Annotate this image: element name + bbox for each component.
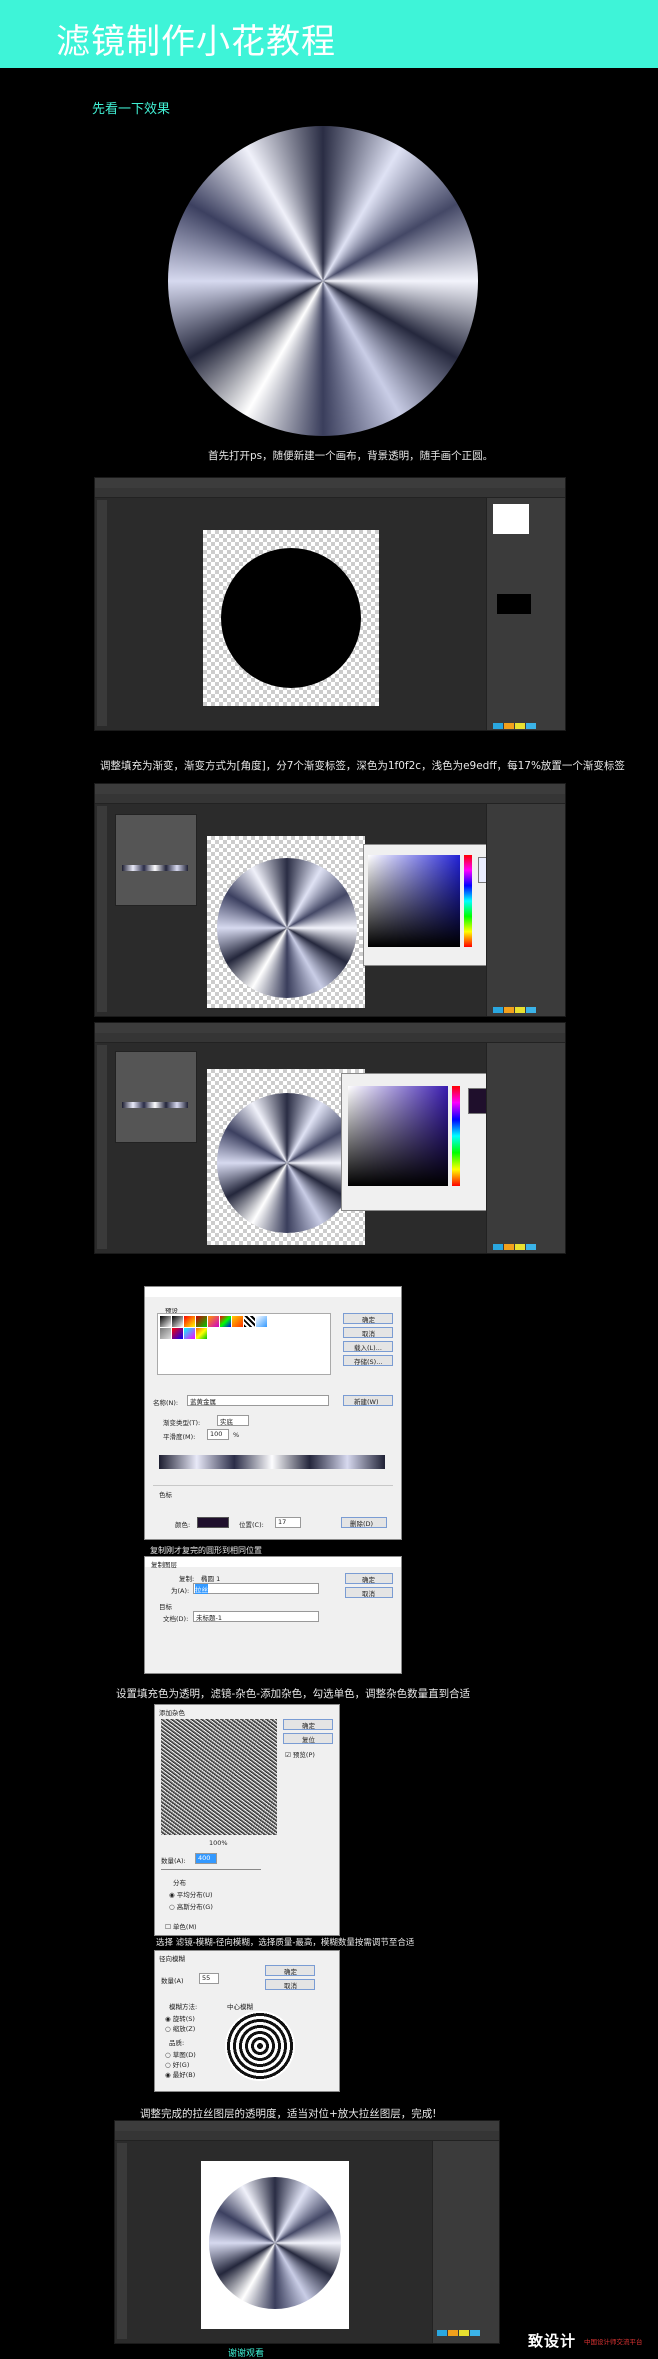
- quality-label: 品质:: [169, 2039, 185, 2047]
- black-circle: [221, 548, 361, 688]
- load-button[interactable]: 载入(L)...: [343, 1341, 393, 1352]
- ok-button[interactable]: 确定: [345, 1573, 393, 1584]
- location-field[interactable]: 17: [275, 1517, 301, 1528]
- hero-metal-disc: [168, 126, 478, 436]
- page-title: 滤镜制作小花教程: [56, 22, 336, 62]
- canvas: [207, 836, 365, 1008]
- step-5-text: 调整完成的拉丝图层的透明度，适当对位+放大拉丝图层，完成!: [140, 2108, 437, 2120]
- step-4-text: 选择 滤镜-模糊-径向模糊，选择质量-最高，模糊数量按需调节至合适: [156, 1938, 415, 1948]
- final-metal-disc: [209, 2177, 341, 2309]
- amount-field[interactable]: 400: [195, 1853, 217, 1864]
- noise-preview: [161, 1719, 277, 1835]
- smooth-unit: %: [233, 1431, 240, 1439]
- duplicate-layer-dialog: 复制图层 复制: 椭圆 1 为(A): 拉丝 确定 取消 目标 文档(D): 未…: [144, 1556, 402, 1674]
- ok-button[interactable]: 确定: [283, 1719, 333, 1730]
- preview-checkbox[interactable]: ☑ 预览(P): [285, 1749, 315, 1759]
- mono-checkbox[interactable]: ☐ 单色(M): [165, 1921, 197, 1931]
- draft-radio[interactable]: ○ 草图(D): [165, 2049, 196, 2059]
- smooth-label: 平滑度(M):: [163, 1433, 196, 1441]
- doc-label: 文档(D):: [163, 1615, 189, 1623]
- ok-button[interactable]: 确定: [265, 1965, 315, 1976]
- gradient-bar[interactable]: [159, 1455, 385, 1469]
- zoom-level: 100%: [209, 1839, 228, 1847]
- gradient-editor-mini: [115, 814, 197, 906]
- ok-button[interactable]: 确定: [343, 1313, 393, 1324]
- delete-button[interactable]: 删除(D): [341, 1517, 387, 1528]
- save-button[interactable]: 存储(S)...: [343, 1355, 393, 1366]
- smooth-field[interactable]: 100: [207, 1429, 229, 1440]
- uniform-radio[interactable]: ◉ 平均分布(U): [169, 1889, 213, 1899]
- type-select[interactable]: 实底: [217, 1415, 249, 1426]
- gaussian-radio[interactable]: ○ 高斯分布(G): [169, 1901, 213, 1911]
- ps-screenshot-final: [114, 2120, 500, 2344]
- method-label: 模糊方法:: [169, 2003, 198, 2011]
- name-field[interactable]: 蓝黄金属: [187, 1395, 329, 1406]
- toolbar: [97, 500, 107, 726]
- site-logo: 致设计: [528, 2332, 577, 2350]
- site-logo-tagline: 中国设计师交流平台: [584, 2338, 643, 2346]
- as-field[interactable]: 拉丝: [193, 1583, 319, 1594]
- dialog-title: 添加杂色: [159, 1709, 185, 1717]
- right-panel: [486, 498, 565, 730]
- copy-label: 复制:: [179, 1575, 195, 1583]
- duplicate-caption: 复制刚才复完的圆形到相同位置: [150, 1546, 262, 1555]
- type-label: 渐变类型(T):: [163, 1419, 201, 1427]
- radial-blur-dialog: 径向模糊 数量(A) 55 确定 取消 模糊方法: ◉ 旋转(S) ○ 缩放(Z…: [154, 1950, 340, 2092]
- step-2-text: 调整填充为渐变，渐变方式为[角度]，分7个渐变标签，深色为1f0f2c，浅色为e…: [100, 760, 625, 772]
- thanks-text: 谢谢观看: [228, 2349, 265, 2359]
- name-label: 名称(N):: [153, 1399, 179, 1407]
- good-radio[interactable]: ○ 好(G): [165, 2059, 189, 2069]
- doc-select[interactable]: 未标题-1: [193, 1611, 319, 1622]
- amount-label: 数量(A):: [161, 1857, 186, 1865]
- canvas: [203, 530, 379, 706]
- stops-label: 色标: [159, 1491, 172, 1499]
- ps-screenshot-1: [94, 477, 566, 731]
- metal-circle: [217, 858, 357, 998]
- preview-label: 先看一下效果: [92, 102, 171, 117]
- ps-screenshot-3: [94, 1022, 566, 1254]
- target-label: 目标: [159, 1603, 172, 1611]
- distribution-label: 分布: [173, 1879, 186, 1887]
- options-bar: [95, 488, 565, 498]
- copy-value: 椭圆 1: [201, 1575, 221, 1583]
- dialog-title: 复制图层: [151, 1561, 177, 1569]
- new-button[interactable]: 新建(W): [343, 1395, 393, 1406]
- zoom-radio[interactable]: ○ 缩放(Z): [165, 2023, 195, 2033]
- cancel-button[interactable]: 取消: [265, 1979, 315, 1990]
- as-label: 为(A):: [171, 1587, 190, 1595]
- reset-button[interactable]: 复位: [283, 1733, 333, 1744]
- best-radio[interactable]: ◉ 最好(B): [165, 2069, 195, 2079]
- menubar: [95, 478, 565, 488]
- metal-circle: [217, 1093, 357, 1233]
- step-3-text: 设置填充色为透明，滤镜-杂色-添加杂色，勾选单色，调整杂色数量直到合适: [116, 1688, 471, 1700]
- page-header: 滤镜制作小花教程: [0, 0, 658, 68]
- location-label: 位置(C):: [239, 1521, 264, 1529]
- dialog-title: 径向模糊: [159, 1955, 185, 1963]
- gradient-editor-dialog: 预设 确定 取消 载入(L)... 存储(S)... 名称(N): 蓝黄金属 新…: [144, 1286, 402, 1540]
- add-noise-dialog: 添加杂色 确定 复位 ☑ 预览(P) 100% 数量(A): 400 分布 ◉ …: [154, 1704, 340, 1936]
- blur-center-preview[interactable]: [225, 2011, 295, 2081]
- canvas: [201, 2161, 349, 2329]
- amount-label: 数量(A): [161, 1977, 184, 1985]
- preset-grid: [157, 1313, 331, 1375]
- spin-radio[interactable]: ◉ 旋转(S): [165, 2013, 195, 2023]
- step-1-text: 首先打开ps，随便新建一个画布，背景透明，随手画个正圆。: [208, 450, 494, 462]
- cancel-button[interactable]: 取消: [343, 1327, 393, 1338]
- color-label: 颜色:: [175, 1521, 191, 1529]
- cancel-button[interactable]: 取消: [345, 1587, 393, 1598]
- amount-field[interactable]: 55: [199, 1973, 219, 1984]
- center-label: 中心模糊: [227, 2003, 253, 2011]
- ps-screenshot-2: [94, 783, 566, 1017]
- stop-color-swatch[interactable]: [197, 1517, 229, 1528]
